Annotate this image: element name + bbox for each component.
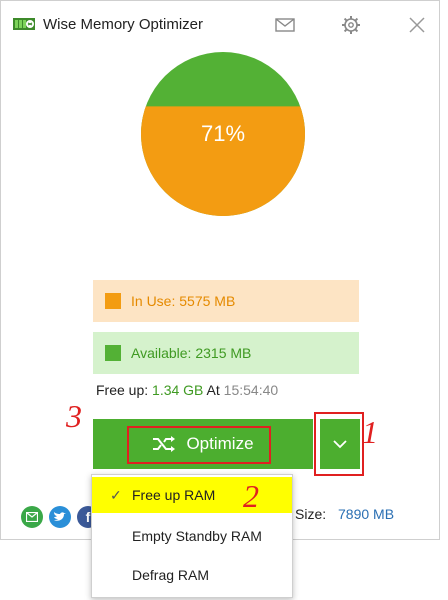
optimize-button-label: Optimize	[186, 434, 254, 453]
memory-usage-pie: 71%	[140, 52, 305, 217]
free-up-time: 15:54:40	[223, 382, 279, 398]
chevron-down-icon	[333, 440, 347, 449]
close-button[interactable]	[405, 13, 429, 37]
close-icon	[409, 17, 425, 33]
free-up-status: Free up: 1.34 GB At 15:54:40	[96, 382, 278, 398]
menu-item-defrag-ram[interactable]: Defrag RAM	[92, 557, 292, 593]
app-logo-icon	[13, 15, 35, 33]
in-use-text: In Use: 5575 MB	[131, 293, 236, 309]
memory-size-info: Size: 7890 MB	[295, 506, 394, 522]
free-up-value: 1.34 GB	[152, 382, 204, 398]
email-share-button[interactable]	[21, 506, 43, 528]
email-share-icon	[26, 512, 38, 522]
facebook-icon: f	[85, 509, 91, 525]
optimize-button[interactable]: Optimize	[93, 419, 313, 469]
menu-item-free-up-ram[interactable]: ✓ Free up RAM	[92, 477, 292, 513]
app-title: Wise Memory Optimizer	[43, 16, 204, 33]
available-text: Available: 2315 MB	[131, 345, 252, 361]
gear-icon	[342, 16, 360, 34]
app-window: Wise Memory Optimizer 71% In Use: 5575 M…	[0, 0, 440, 540]
memory-size-value: 7890 MB	[338, 506, 395, 522]
check-icon: ✓	[110, 486, 122, 503]
title-bar: Wise Memory Optimizer	[1, 1, 441, 47]
twitter-share-button[interactable]	[49, 506, 71, 528]
memory-size-label: Size:	[295, 506, 327, 522]
settings-button[interactable]	[339, 13, 363, 37]
shuffle-icon	[152, 435, 176, 453]
available-swatch	[105, 345, 121, 361]
menu-item-empty-standby-ram[interactable]: Empty Standby RAM	[92, 518, 292, 554]
annotation-number-2: 2	[243, 478, 259, 514]
optimize-options-dropdown[interactable]	[320, 419, 360, 469]
usage-percent: 71%	[200, 121, 246, 146]
mail-button[interactable]	[273, 13, 297, 37]
annotation-number-1: 1	[362, 414, 378, 450]
twitter-icon	[54, 512, 66, 521]
free-up-label: Free up:	[96, 382, 149, 398]
mail-icon	[275, 18, 295, 32]
social-links: f	[21, 506, 99, 528]
in-use-legend: In Use: 5575 MB	[93, 280, 359, 322]
at-label: At	[206, 382, 220, 398]
available-legend: Available: 2315 MB	[93, 332, 359, 374]
annotation-number-3: 3	[66, 398, 82, 434]
optimize-options-menu: ✓ Free up RAM Empty Standby RAM Defrag R…	[91, 474, 293, 598]
in-use-swatch	[105, 293, 121, 309]
